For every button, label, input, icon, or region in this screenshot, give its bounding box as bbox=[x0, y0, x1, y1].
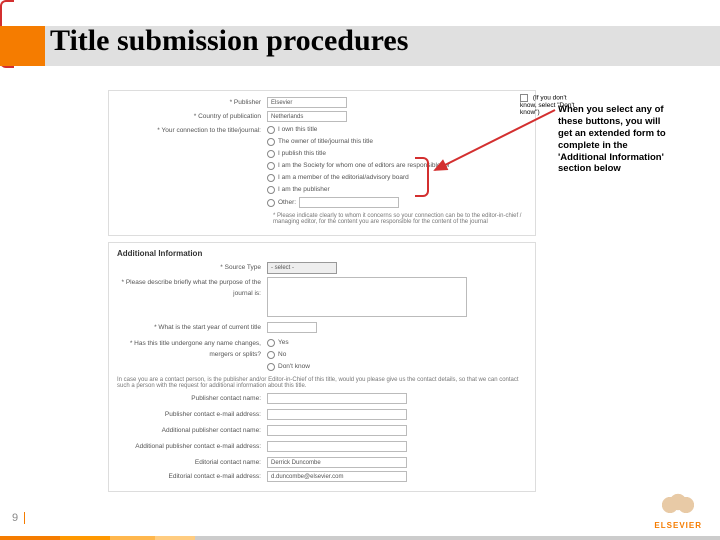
additional-panel: Additional Information * Source Type - s… bbox=[108, 242, 536, 492]
logo-tree-icon bbox=[658, 490, 698, 520]
country-input[interactable]: Netherlands bbox=[267, 111, 347, 122]
radio-publish[interactable] bbox=[267, 150, 275, 158]
pub-name-input[interactable] bbox=[267, 393, 407, 404]
editor-email-input[interactable]: d.duncombe@elsevier.com bbox=[267, 471, 407, 482]
callout-arrow bbox=[430, 90, 570, 180]
bracket-right bbox=[415, 157, 429, 197]
publisher-input[interactable]: Elsevier bbox=[267, 97, 347, 108]
add-pub-email-input[interactable] bbox=[267, 441, 407, 452]
radio-other[interactable] bbox=[267, 199, 275, 207]
editor-name-label: Editorial contact name: bbox=[117, 457, 267, 468]
describe-textarea[interactable] bbox=[267, 277, 467, 317]
elsevier-logo: ELSEVIER bbox=[654, 490, 702, 530]
logo-text: ELSEVIER bbox=[654, 521, 702, 530]
radio-member[interactable] bbox=[267, 174, 275, 182]
name-changes-label: * Has this title undergone any name chan… bbox=[117, 338, 267, 360]
editor-name-input[interactable]: Derrick Duncombe bbox=[267, 457, 407, 468]
connection-label: * Your connection to the title/journal: bbox=[117, 125, 267, 136]
pub-name-label: Publisher contact name: bbox=[117, 393, 267, 404]
radio-dontknow[interactable] bbox=[267, 363, 275, 371]
source-type-label: * Source Type bbox=[117, 262, 267, 273]
radio-no[interactable] bbox=[267, 351, 275, 359]
radio-yes[interactable] bbox=[267, 339, 275, 347]
bottom-strip bbox=[0, 536, 720, 540]
header-accent bbox=[0, 26, 45, 66]
add-pub-name-label: Additional publisher contact name: bbox=[117, 425, 267, 436]
other-input[interactable] bbox=[299, 197, 399, 208]
page-number: 9 bbox=[12, 512, 25, 524]
radio-own[interactable] bbox=[267, 126, 275, 134]
country-label: * Country of publication bbox=[117, 111, 267, 122]
publisher-label: * Publisher bbox=[117, 97, 267, 108]
radio-society[interactable] bbox=[267, 162, 275, 170]
additional-title: Additional Information bbox=[117, 249, 527, 258]
editor-email-label: Editorial contact e-mail address: bbox=[117, 471, 267, 482]
contact-note: In case you are a contact person, is the… bbox=[117, 377, 527, 389]
add-pub-name-input[interactable] bbox=[267, 425, 407, 436]
start-year-input[interactable] bbox=[267, 322, 317, 333]
pub-email-input[interactable] bbox=[267, 409, 407, 420]
add-pub-email-label: Additional publisher contact e-mail addr… bbox=[117, 441, 267, 452]
radio-owner[interactable] bbox=[267, 138, 275, 146]
radio-publisher[interactable] bbox=[267, 186, 275, 194]
start-year-label: * What is the start year of current titl… bbox=[117, 322, 267, 333]
describe-label: * Please describe briefly what the purpo… bbox=[117, 277, 267, 299]
pub-email-label: Publisher contact e-mail address: bbox=[117, 409, 267, 420]
source-type-select[interactable]: - select - bbox=[267, 262, 337, 274]
connection-note: * Please indicate clearly to whom it con… bbox=[273, 213, 527, 225]
callout-text: When you select any of these buttons, yo… bbox=[558, 104, 670, 175]
slide-title: Title submission procedures bbox=[50, 24, 408, 58]
